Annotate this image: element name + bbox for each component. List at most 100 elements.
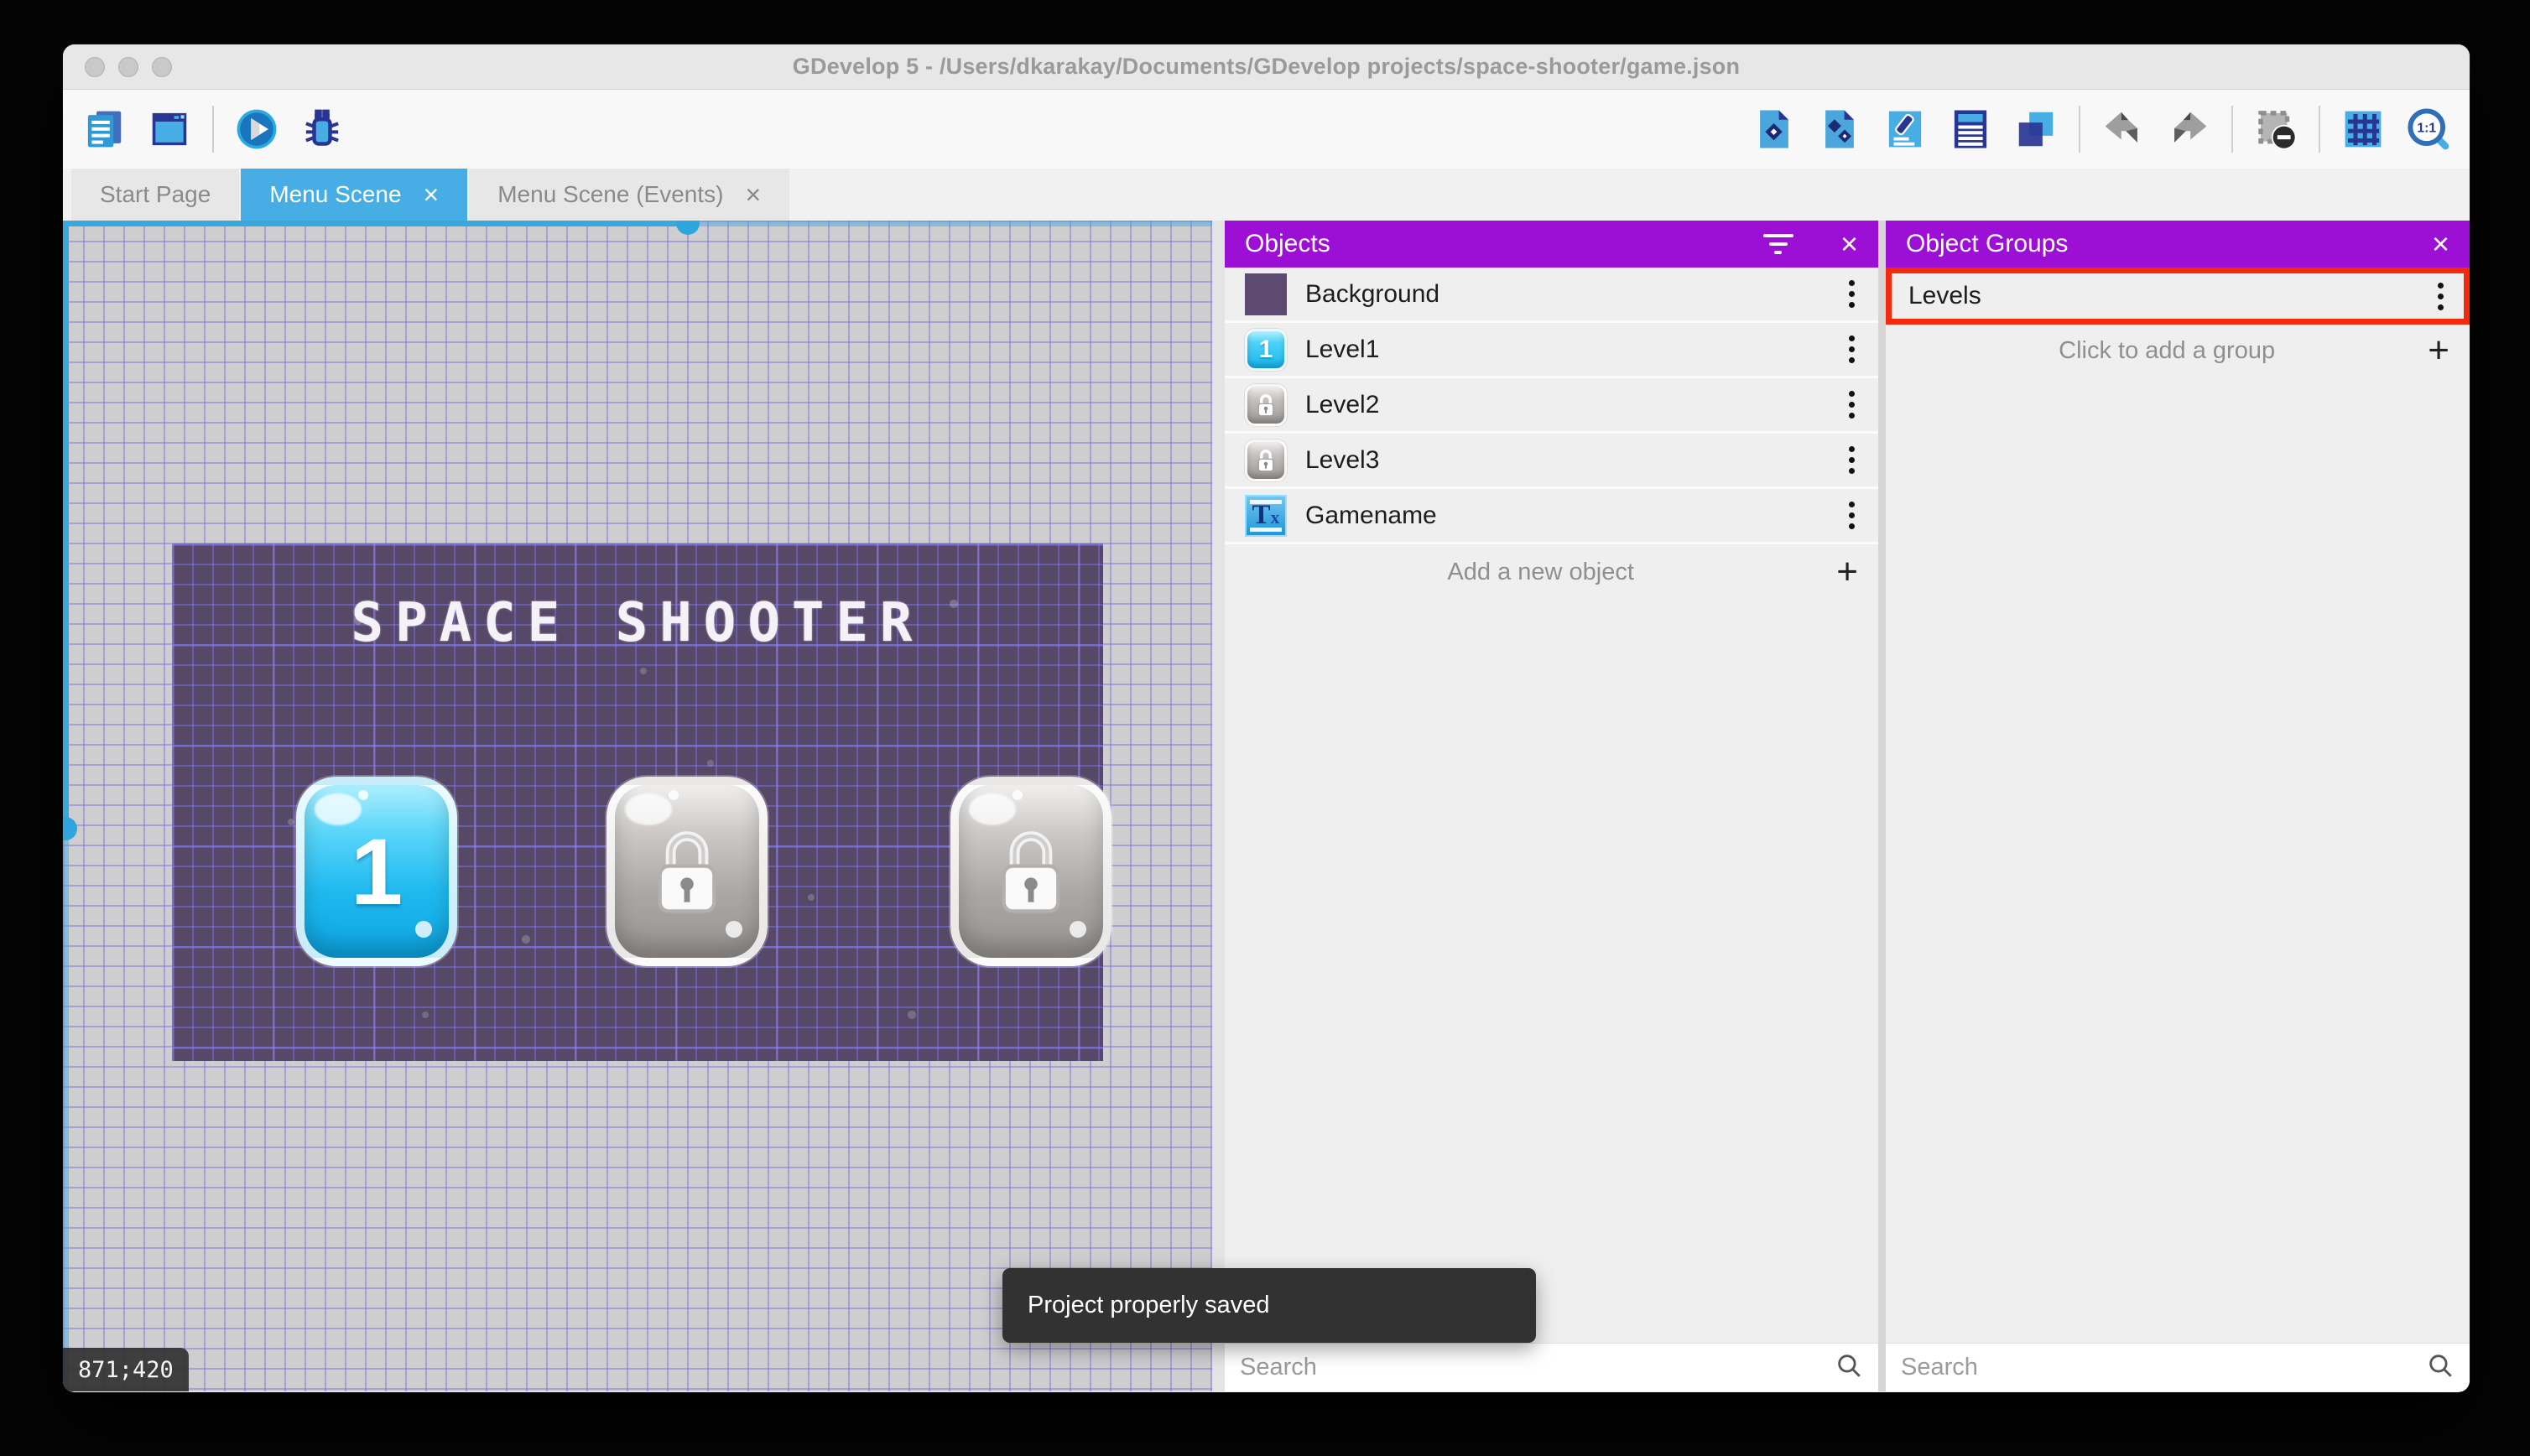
object-groups-editor-icon[interactable] — [1817, 107, 1862, 152]
cursor-coordinates-badge: 871;420 — [63, 1348, 189, 1391]
tab-menu-scene-events[interactable]: Menu Scene (Events) × — [469, 169, 790, 221]
groups-search-bar — [1886, 1343, 2470, 1391]
toggle-grid-icon[interactable] — [2340, 107, 2386, 152]
toolbar-left-group — [81, 106, 345, 153]
locked-button-thumbnail — [1245, 383, 1287, 426]
game-window-border-left-extension — [63, 829, 69, 1391]
object-row-gamename[interactable]: Tx Gamename — [1225, 489, 1878, 544]
layers-icon[interactable] — [2013, 107, 2059, 152]
undo-icon[interactable] — [2101, 107, 2146, 152]
close-icon[interactable]: × — [2432, 229, 2449, 259]
scene-stars — [172, 543, 175, 547]
traffic-lights — [85, 44, 172, 89]
object-menu-icon[interactable] — [1845, 332, 1858, 367]
window-border-handle-left[interactable] — [63, 817, 77, 840]
editor-tab-bar: Start Page Menu Scene × Menu Scene (Even… — [63, 169, 2470, 221]
tab-menu-scene[interactable]: Menu Scene × — [241, 169, 468, 221]
object-groups-panel-header: Object Groups × — [1886, 221, 2470, 268]
close-window-button[interactable] — [85, 56, 105, 77]
game-window-border-top-extension — [688, 221, 1212, 226]
search-icon — [1835, 1351, 1863, 1384]
tab-label: Menu Scene (Events) — [497, 181, 724, 207]
filter-icon[interactable] — [1762, 234, 1793, 254]
objects-search-input[interactable] — [1240, 1354, 1835, 1381]
object-row-background[interactable]: Background — [1225, 268, 1878, 323]
gdevelop-window: GDevelop 5 - /Users/dkarakay/Documents/G… — [63, 44, 2470, 1392]
preview-play-icon[interactable] — [234, 107, 279, 152]
close-icon[interactable]: × — [1840, 229, 1858, 259]
svg-text:1:1: 1:1 — [2417, 122, 2436, 136]
button-shine — [315, 793, 362, 825]
properties-icon[interactable] — [1882, 107, 1928, 152]
tab-label: Menu Scene — [269, 181, 402, 207]
add-new-object-label: Add a new object — [1447, 558, 1634, 585]
title-bar: GDevelop 5 - /Users/dkarakay/Documents/G… — [63, 44, 2470, 90]
objects-panel-empty-area — [1225, 600, 1878, 1343]
group-menu-icon[interactable] — [2434, 279, 2447, 314]
plus-icon[interactable]: + — [1836, 554, 1858, 590]
scene-background-instance[interactable]: SPACE SHOOTER 1 — [172, 543, 1111, 1061]
object-name: Background — [1305, 279, 1440, 308]
plus-icon[interactable]: + — [2428, 332, 2449, 369]
tab-start-page[interactable]: Start Page — [71, 169, 240, 221]
add-group-row[interactable]: Click to add a group + — [1886, 325, 2470, 377]
group-name: Levels — [1908, 282, 1981, 309]
redo-icon[interactable] — [2166, 107, 2211, 152]
toolbar-divider — [2079, 106, 2080, 153]
group-row-levels[interactable]: Levels — [1886, 268, 2470, 325]
save-toast-message: Project properly saved — [1028, 1292, 1270, 1318]
scene-game-title[interactable]: SPACE SHOOTER — [172, 592, 1103, 654]
objects-editor-icon[interactable] — [1752, 107, 1797, 152]
scene-canvas[interactable]: SPACE SHOOTER 1 871;420 — [63, 221, 1225, 1391]
save-toast: Project properly saved — [1002, 1268, 1536, 1343]
object-row-level1[interactable]: 1 Level1 — [1225, 323, 1878, 378]
deselect-instances-icon[interactable] — [2253, 107, 2298, 152]
background-thumbnail — [1245, 273, 1287, 315]
padlock-icon — [1002, 831, 1060, 913]
tab-close-icon[interactable]: × — [745, 181, 761, 208]
button-highlight-dot — [358, 790, 368, 800]
scene-editor-window-icon[interactable] — [147, 107, 192, 152]
debug-icon[interactable] — [299, 107, 345, 152]
tab-close-icon[interactable]: × — [424, 181, 440, 208]
object-menu-icon[interactable] — [1845, 498, 1858, 533]
object-name: Level1 — [1305, 335, 1380, 363]
instances-list-icon[interactable] — [1948, 107, 1993, 152]
toolbar-divider — [2319, 106, 2320, 153]
level1-number: 1 — [350, 819, 403, 924]
project-manager-icon[interactable] — [81, 107, 127, 152]
game-window-border-left — [63, 221, 69, 829]
add-new-object-row[interactable]: Add a new object + — [1225, 544, 1878, 600]
button-shine — [625, 793, 672, 825]
object-menu-icon[interactable] — [1845, 387, 1858, 422]
object-name: Level2 — [1305, 390, 1380, 419]
window-border-handle-top[interactable] — [676, 221, 700, 235]
object-menu-icon[interactable] — [1845, 443, 1858, 477]
objects-panel-title: Objects — [1245, 230, 1330, 257]
canvas-scrollbar-track[interactable] — [1212, 221, 1225, 1391]
object-menu-icon[interactable] — [1845, 277, 1858, 311]
zoom-window-button[interactable] — [152, 56, 172, 77]
button-highlight-dot — [1070, 921, 1086, 938]
panel-divider[interactable] — [1878, 221, 1886, 1391]
main-toolbar: 1:1 — [63, 90, 2470, 169]
level1-button-instance[interactable]: 1 — [296, 777, 457, 966]
objects-panel: Objects × Background 1 Level1 Level2 Lev… — [1225, 221, 1878, 1391]
level2-button-instance[interactable] — [606, 777, 768, 966]
level3-button-instance[interactable] — [950, 777, 1111, 966]
minimize-window-button[interactable] — [118, 56, 138, 77]
button-highlight-dot — [1013, 790, 1023, 800]
button-highlight-dot — [726, 921, 742, 938]
text-object-thumbnail: Tx — [1245, 494, 1287, 537]
groups-search-input[interactable] — [1901, 1354, 2426, 1381]
object-name: Level3 — [1305, 445, 1380, 474]
object-row-level2[interactable]: Level2 — [1225, 378, 1878, 434]
window-title: GDevelop 5 - /Users/dkarakay/Documents/G… — [792, 54, 1741, 79]
zoom-1-1-icon[interactable]: 1:1 — [2406, 107, 2451, 152]
button-highlight-dot — [669, 790, 679, 800]
groups-panel-empty-area — [1886, 377, 2470, 1343]
object-name: Gamename — [1305, 501, 1437, 529]
toolbar-divider — [2231, 106, 2233, 153]
level1-button-thumbnail: 1 — [1245, 328, 1287, 371]
object-row-level3[interactable]: Level3 — [1225, 434, 1878, 489]
